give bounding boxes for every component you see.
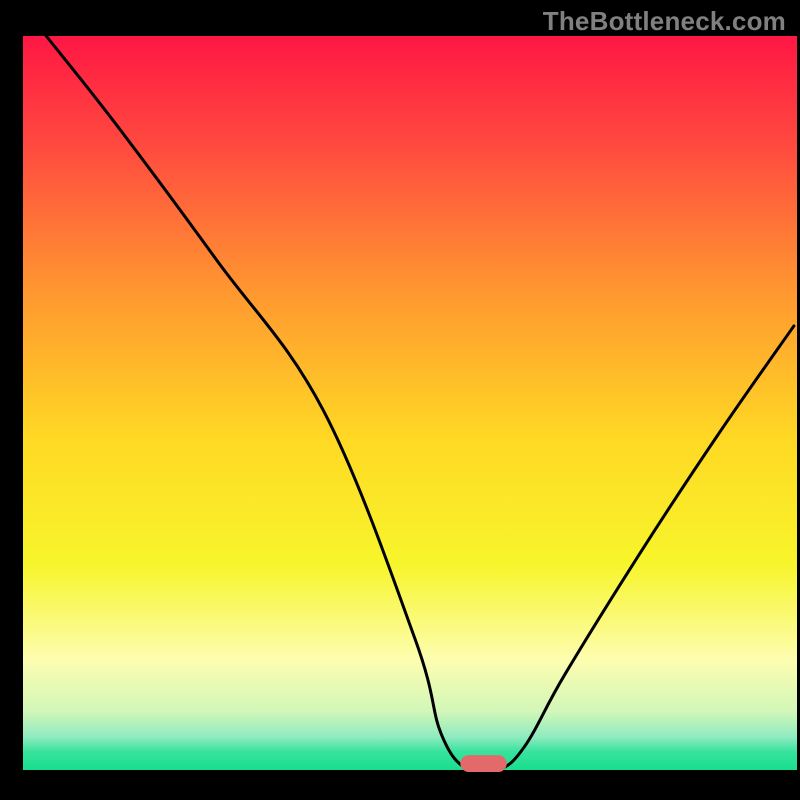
bottleneck-chart	[0, 0, 800, 800]
optimal-marker	[460, 755, 506, 772]
chart-container: TheBottleneck.com	[0, 0, 800, 800]
chart-background	[23, 36, 797, 770]
watermark-text: TheBottleneck.com	[543, 6, 786, 37]
